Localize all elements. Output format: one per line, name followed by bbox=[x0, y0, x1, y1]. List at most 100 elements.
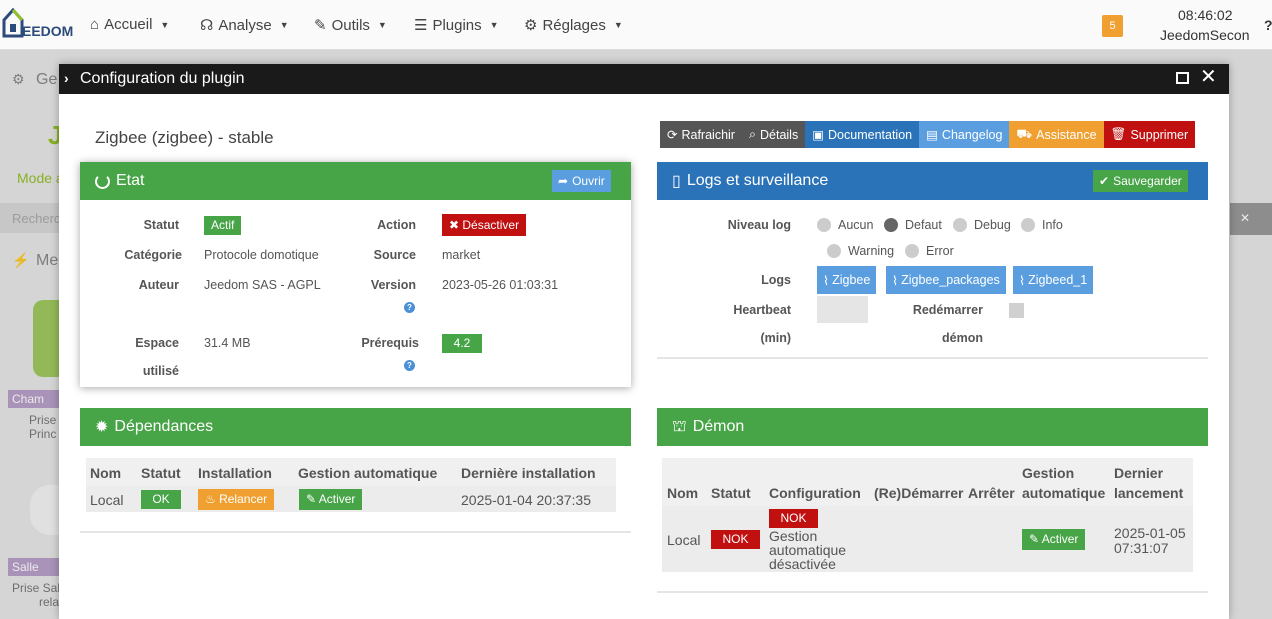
paperclip-icon: ⌇ bbox=[1019, 273, 1026, 288]
demon-dernier-2: 07:31:07 bbox=[1114, 540, 1169, 556]
demon-nom: Local bbox=[667, 532, 701, 548]
nav-outils[interactable]: ✎ Outils ▼ bbox=[314, 16, 387, 35]
caret-down-icon: ▼ bbox=[279, 20, 289, 30]
plugin-name: Zigbee (zigbee) - stable bbox=[95, 128, 274, 147]
nav-accueil[interactable]: ⌂ Accueil ▼ bbox=[90, 16, 169, 33]
details-button[interactable]: ⌕ Détails bbox=[741, 121, 806, 148]
file-icon: ▤ bbox=[926, 128, 938, 142]
etat-header: Etat ➦ Ouvrir bbox=[80, 162, 631, 200]
list-icon: ☰ bbox=[414, 17, 428, 34]
help-icon[interactable]: ? bbox=[1264, 17, 1272, 33]
nav-analyse-label: Analyse bbox=[218, 16, 272, 34]
changelog-button[interactable]: ▤ Changelog bbox=[919, 121, 1010, 148]
demon-th-nom: Nom bbox=[667, 485, 699, 501]
nav-plugins[interactable]: ☰ Plugins ▼ bbox=[414, 16, 499, 35]
wrench-icon: ✎ bbox=[314, 17, 327, 34]
nav-accueil-label: Accueil bbox=[104, 16, 153, 33]
open-label: Ouvrir bbox=[572, 174, 605, 188]
x-icon: ✖ bbox=[449, 218, 463, 232]
demon-th-dernier-1: Dernier bbox=[1114, 465, 1164, 481]
radio-dot bbox=[953, 218, 967, 232]
refresh-button[interactable]: ⟳ Rafraichir bbox=[660, 121, 742, 148]
radio-defaut[interactable]: Defaut bbox=[884, 218, 942, 232]
chevron-right-icon[interactable]: › bbox=[64, 70, 69, 86]
search-icon: ⌕ bbox=[748, 127, 756, 141]
logs-header: ▯ Logs et surveillance ✔ Sauvegarder bbox=[657, 162, 1208, 200]
log-zigbee-packages-button[interactable]: ⌇ Zigbee_packages bbox=[886, 266, 1006, 294]
espace-label-1: Espace bbox=[135, 336, 179, 350]
share-icon: ➦ bbox=[558, 174, 569, 188]
radio-defaut-label: Defaut bbox=[905, 218, 942, 232]
question-icon[interactable]: ? bbox=[404, 302, 415, 313]
radio-aucun-label: Aucun bbox=[838, 218, 874, 232]
heartbeat-label-2: (min) bbox=[760, 331, 791, 345]
espace-value: 31.4 MB bbox=[204, 336, 251, 350]
demon-config-text-1: Gestion bbox=[769, 528, 818, 544]
demon-config-text-2: automatique bbox=[769, 542, 847, 558]
user-name[interactable]: JeedomSecon bbox=[1160, 27, 1250, 43]
demon-dernier-1: 2025-01-05 bbox=[1114, 525, 1186, 541]
deactivate-button[interactable]: ✖ Désactiver bbox=[442, 214, 527, 236]
auteur-label: Auteur bbox=[138, 278, 179, 292]
modal-title: Configuration du plugin bbox=[80, 70, 245, 87]
save-button[interactable]: ✔ Sauvegarder bbox=[1093, 170, 1188, 192]
modal-header: › Configuration du plugin ✕ bbox=[59, 64, 1229, 94]
log-zigbee-button[interactable]: ⌇ Zigbee bbox=[817, 266, 877, 294]
truck-icon: ⛟ bbox=[1016, 126, 1033, 141]
radio-aucun[interactable]: Aucun bbox=[817, 218, 873, 232]
documentation-button[interactable]: ▣ Documentation bbox=[805, 121, 920, 148]
refresh-icon: ⟳ bbox=[667, 128, 678, 142]
magic-icon: ✎ bbox=[306, 492, 319, 506]
activate-deps-label: Activer bbox=[318, 492, 356, 506]
deps-th-installation: Installation bbox=[198, 465, 272, 481]
open-button[interactable]: ➦ Ouvrir bbox=[552, 170, 611, 192]
documentation-label: Documentation bbox=[828, 127, 913, 142]
radio-dot bbox=[905, 244, 919, 258]
assistance-label: Assistance bbox=[1036, 127, 1097, 142]
bank-icon: ⛫ bbox=[672, 418, 687, 435]
assistance-button[interactable]: ⛟ Assistance bbox=[1009, 121, 1104, 148]
radio-error[interactable]: Error bbox=[905, 244, 954, 258]
statut-label: Statut bbox=[143, 218, 179, 232]
radio-debug[interactable]: Debug bbox=[953, 218, 1011, 232]
notification-badge[interactable]: 5 bbox=[1102, 15, 1123, 37]
activate-demon-label: Activer bbox=[1041, 532, 1079, 546]
question-icon[interactable]: ? bbox=[404, 360, 415, 371]
caret-down-icon: ▼ bbox=[613, 20, 623, 30]
plugin-config-modal: › Configuration du plugin ✕ Zigbee (zigb… bbox=[59, 64, 1229, 619]
bicycle-icon: ♨ bbox=[205, 492, 220, 506]
logs-label: Logs bbox=[761, 273, 791, 287]
source-label: Source bbox=[373, 248, 416, 262]
deactivate-label: Désactiver bbox=[462, 218, 520, 232]
demon-config-badge: NOK bbox=[769, 509, 818, 528]
relaunch-button[interactable]: ♨ Relancer bbox=[198, 489, 275, 510]
nav-reglages[interactable]: ⚙ Réglages ▼ bbox=[524, 16, 623, 35]
categorie-value: Protocole domotique bbox=[204, 248, 319, 262]
jeedom-logo[interactable]: EEDOM bbox=[2, 6, 73, 42]
radio-warning-label: Warning bbox=[848, 244, 895, 258]
activate-demon-button[interactable]: ✎ Activer bbox=[1022, 529, 1086, 550]
close-icon[interactable]: ✕ bbox=[1200, 67, 1217, 87]
espace-label-2: utilisé bbox=[142, 364, 179, 378]
caret-down-icon: ▼ bbox=[160, 19, 170, 30]
radio-info[interactable]: Info bbox=[1021, 218, 1063, 232]
deps-title: Dépendances bbox=[114, 418, 214, 435]
auteur-value: Jeedom SAS - AGPL bbox=[204, 278, 321, 292]
delete-button[interactable]: 🗑 Supprimer bbox=[1103, 121, 1196, 148]
heartbeat-input[interactable] bbox=[817, 296, 868, 323]
log-zigbeed-button[interactable]: ⌇ Zigbeed_1 bbox=[1013, 266, 1094, 294]
paperclip-icon: ⌇ bbox=[892, 273, 899, 288]
deps-nom: Local bbox=[90, 492, 124, 508]
deps-statut-badge: OK bbox=[141, 490, 181, 509]
demon-th-gestion-2: automatique bbox=[1022, 485, 1106, 501]
deps-th-derniere: Dernière installation bbox=[461, 465, 596, 481]
maximize-icon[interactable] bbox=[1176, 72, 1189, 84]
restart-checkbox[interactable] bbox=[1009, 303, 1024, 318]
etat-panel: Etat ➦ Ouvrir Statut Actif Action ✖ Désa… bbox=[80, 162, 631, 387]
restart-label-1: Redémarrer bbox=[912, 303, 983, 317]
radio-warning[interactable]: Warning bbox=[827, 244, 894, 258]
stethoscope-icon: ☊ bbox=[200, 17, 214, 34]
activate-deps-button[interactable]: ✎ Activer bbox=[299, 489, 363, 510]
categorie-label: Catégorie bbox=[124, 248, 182, 262]
nav-analyse[interactable]: ☊ Analyse ▼ bbox=[200, 16, 289, 35]
